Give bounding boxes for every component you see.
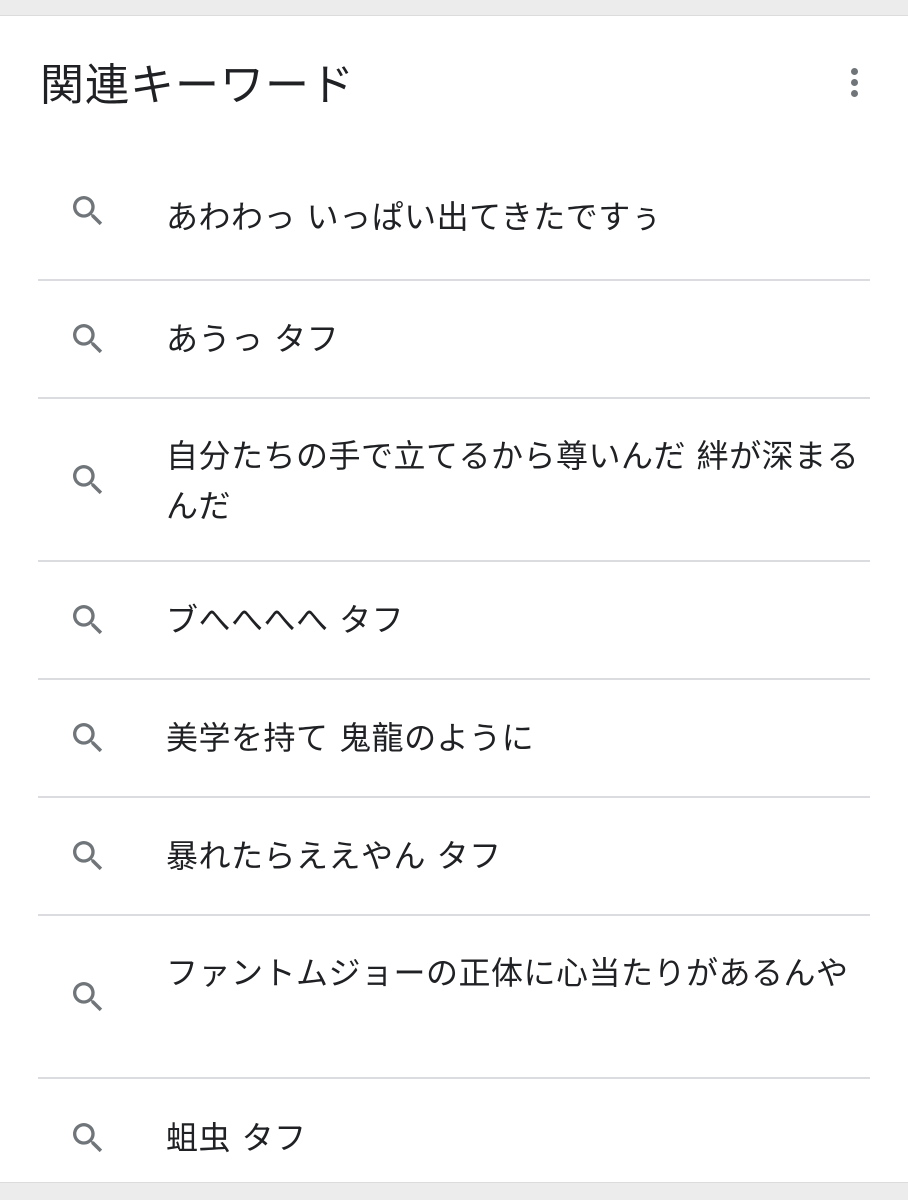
search-icon bbox=[73, 464, 103, 494]
more-vert-icon-dot bbox=[850, 89, 858, 97]
keyword-text: 美学を持て 鬼龍のように bbox=[166, 719, 535, 757]
keyword-text: 蛆虫 タフ bbox=[166, 1119, 307, 1157]
keyword-item[interactable]: ブへへへへ タフ bbox=[38, 562, 870, 680]
search-icon bbox=[73, 841, 103, 871]
keyword-item[interactable]: 蛆虫 タフ bbox=[38, 1079, 870, 1197]
card-title: 関連キーワード bbox=[40, 60, 355, 111]
search-icon bbox=[73, 605, 103, 635]
keyword-item[interactable]: ファントムジョーの正体に心当たりがあるんや bbox=[38, 916, 870, 1079]
more-options-button[interactable] bbox=[834, 62, 874, 102]
search-icon bbox=[73, 981, 103, 1011]
more-vert-icon bbox=[850, 67, 858, 75]
card-header: 関連キーワード bbox=[0, 16, 908, 148]
keyword-text: 暴れたらええやん タフ bbox=[166, 837, 502, 875]
keyword-list: あわわっ いっぱい出てきたですぅ あうっ タフ 自分たちの手で立てるから尊いんだ… bbox=[38, 148, 870, 1197]
keyword-text: ファントムジョーの正体に心当たりがあるんや bbox=[166, 954, 849, 992]
search-icon bbox=[73, 195, 103, 225]
keyword-item[interactable]: あうっ タフ bbox=[38, 281, 870, 399]
search-icon bbox=[73, 723, 103, 753]
keyword-item[interactable]: あわわっ いっぱい出てきたですぅ bbox=[38, 148, 870, 281]
more-vert-icon-dot bbox=[850, 78, 858, 86]
search-icon bbox=[73, 1123, 103, 1153]
keyword-text: あうっ タフ bbox=[166, 320, 340, 358]
keyword-text: 自分たちの手で立てるから尊いんだ 絆が深まるんだ bbox=[166, 437, 860, 525]
search-icon bbox=[73, 324, 103, 354]
keyword-item[interactable]: 自分たちの手で立てるから尊いんだ 絆が深まるんだ bbox=[38, 399, 870, 562]
keyword-item[interactable]: 暴れたらええやん タフ bbox=[38, 798, 870, 916]
keyword-text: あわわっ いっぱい出てきたですぅ bbox=[166, 198, 663, 236]
keyword-item[interactable]: 美学を持て 鬼龍のように bbox=[38, 680, 870, 798]
related-keywords-card: 関連キーワード あわわっ いっぱい出てきたですぅ あうっ タフ 自分たちの手で立… bbox=[0, 15, 908, 1183]
keyword-text: ブへへへへ タフ bbox=[166, 601, 405, 639]
